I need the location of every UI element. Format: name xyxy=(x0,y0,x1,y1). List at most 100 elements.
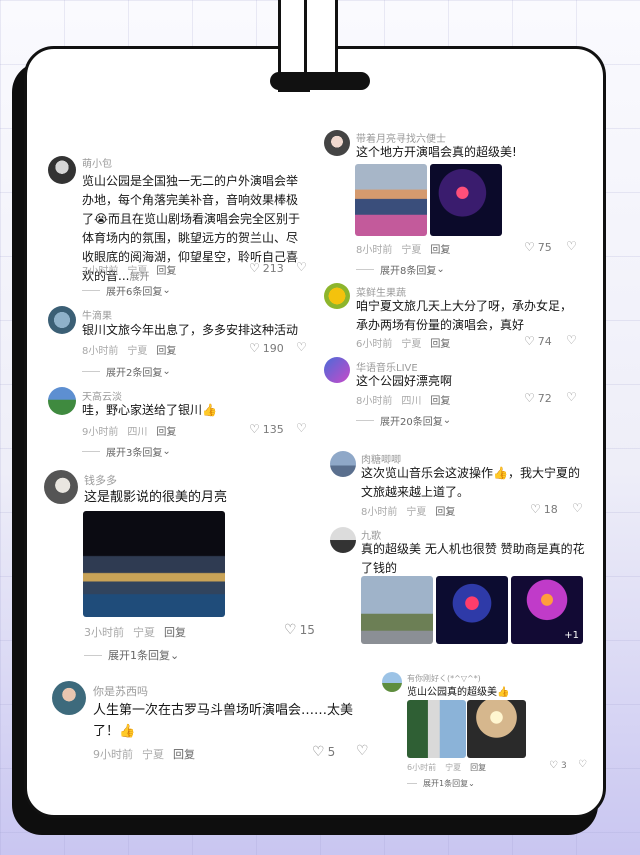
avatar[interactable] xyxy=(52,681,86,715)
comment-meta: 3小时前 宁夏 回复 xyxy=(84,624,186,640)
expand-replies-button[interactable]: 展开1条回复 ⌄ xyxy=(407,778,475,789)
comment-photo[interactable] xyxy=(355,164,427,236)
like-button[interactable]: ♡ 75 xyxy=(524,240,552,254)
comment-time: 9小时前 xyxy=(93,748,133,761)
expand-replies-button[interactable]: 展开20条回复 ⌄ xyxy=(356,413,451,428)
reply-button[interactable]: 回复 xyxy=(470,762,486,773)
broken-heart-icon[interactable]: ♡ xyxy=(296,260,307,274)
expand-replies-label: 展开2条回复 xyxy=(106,368,163,379)
reply-button[interactable]: 回复 xyxy=(164,624,186,640)
more-images-count: +1 xyxy=(564,630,579,641)
comment-username[interactable]: 钱多多 xyxy=(84,472,117,488)
like-count: 5 xyxy=(327,745,336,759)
broken-heart-icon[interactable]: ♡ xyxy=(566,239,577,253)
like-count: 72 xyxy=(537,391,552,405)
heart-icon: ♡ xyxy=(524,391,535,405)
comment-meta: 8小时前 宁夏 回复 xyxy=(82,342,176,357)
comment-photo[interactable] xyxy=(430,164,502,236)
avatar[interactable] xyxy=(48,306,76,334)
comment-location: 宁夏 xyxy=(127,266,148,277)
like-count: 74 xyxy=(537,334,552,348)
comment-text: 人生第一次在古罗马斗兽场听演唱会……太美了！👍 xyxy=(93,703,354,739)
like-button[interactable]: ♡ 18 xyxy=(530,502,558,516)
comment-meta: 7小时前 宁夏 回复 xyxy=(82,262,176,277)
reply-button[interactable]: 回复 xyxy=(156,342,176,357)
expand-replies-label: 展开1条回复 xyxy=(423,779,469,788)
avatar[interactable] xyxy=(330,451,356,477)
broken-heart-icon[interactable]: ♡ xyxy=(296,340,307,354)
heart-icon: ♡ xyxy=(312,744,325,760)
avatar[interactable] xyxy=(44,470,78,504)
expand-replies-button[interactable]: 展开1条回复 ⌄ xyxy=(84,647,179,663)
divider xyxy=(407,783,417,784)
reply-button[interactable]: 回复 xyxy=(430,241,450,256)
chevron-down-icon: ⌄ xyxy=(442,415,452,426)
comment-time: 8小时前 xyxy=(361,507,398,518)
comment-photo[interactable] xyxy=(361,576,433,644)
broken-heart-icon[interactable]: ♡ xyxy=(566,333,577,347)
comment-photo[interactable]: +1 xyxy=(511,576,583,644)
comment-meta: 6小时前 宁夏 回复 xyxy=(407,762,486,773)
broken-heart-icon[interactable]: ♡ xyxy=(296,421,307,435)
broken-heart-icon[interactable]: ♡ xyxy=(572,501,583,515)
broken-heart-icon[interactable]: ♡ xyxy=(578,759,587,770)
avatar[interactable] xyxy=(324,357,350,383)
comment-photo[interactable] xyxy=(83,511,225,617)
chevron-down-icon: ⌄ xyxy=(436,264,445,275)
like-button[interactable]: ♡ 74 xyxy=(524,334,552,348)
like-button[interactable]: ♡ 3 xyxy=(549,760,567,771)
avatar[interactable] xyxy=(48,387,76,415)
expand-replies-button[interactable]: 展开6条回复 ⌄ xyxy=(82,283,171,298)
heart-icon: ♡ xyxy=(524,240,535,254)
chevron-down-icon: ⌄ xyxy=(468,779,475,788)
comment-photo[interactable] xyxy=(407,700,466,758)
reply-button[interactable]: 回复 xyxy=(173,746,195,762)
reply-button[interactable]: 回复 xyxy=(435,503,455,518)
avatar[interactable] xyxy=(324,283,350,309)
expand-replies-button[interactable]: 展开3条回复 ⌄ xyxy=(82,444,171,459)
comment-time: 3小时前 xyxy=(84,626,124,639)
avatar[interactable] xyxy=(330,527,356,553)
expand-replies-label: 展开6条回复 xyxy=(106,287,163,298)
like-button[interactable]: ♡ 190 xyxy=(249,341,284,355)
reply-button[interactable]: 回复 xyxy=(430,335,450,350)
reply-button[interactable]: 回复 xyxy=(156,423,176,438)
like-count: 18 xyxy=(543,502,558,516)
comment-username[interactable]: 萌小包 xyxy=(82,155,112,170)
comment-meta: 8小时前 宁夏 回复 xyxy=(361,503,455,518)
expand-replies-label: 展开1条回复 xyxy=(108,649,170,662)
reply-button[interactable]: 回复 xyxy=(430,392,450,407)
comment-meta: 6小时前 宁夏 回复 xyxy=(356,335,450,350)
avatar[interactable] xyxy=(382,672,402,692)
chevron-down-icon: ⌄ xyxy=(162,285,171,296)
divider xyxy=(82,371,100,372)
avatar[interactable] xyxy=(48,156,76,184)
comment-username[interactable]: 你是苏西吗 xyxy=(93,683,148,699)
divider xyxy=(356,420,374,421)
comment-username[interactable]: 牛滴果 xyxy=(82,307,112,322)
comment-location: 宁夏 xyxy=(133,626,155,639)
like-button[interactable]: ♡ 15 xyxy=(284,622,315,638)
divider xyxy=(356,269,374,270)
like-count: 135 xyxy=(262,422,284,436)
avatar[interactable] xyxy=(324,130,350,156)
comment-time: 6小时前 xyxy=(407,763,437,772)
like-count: 190 xyxy=(262,341,284,355)
comment-location: 宁夏 xyxy=(142,748,164,761)
like-button[interactable]: ♡ 5 xyxy=(312,744,335,760)
expand-replies-button[interactable]: 展开8条回复 ⌄ xyxy=(356,262,445,277)
comment-location: 四川 xyxy=(127,427,148,438)
reply-button[interactable]: 回复 xyxy=(156,262,176,277)
like-button[interactable]: ♡ 213 xyxy=(249,261,284,275)
chevron-down-icon: ⌄ xyxy=(170,648,180,662)
expand-replies-label: 展开20条回复 xyxy=(380,417,443,428)
comment-photo[interactable] xyxy=(436,576,508,644)
comment-time: 7小时前 xyxy=(82,266,119,277)
like-button[interactable]: ♡ 135 xyxy=(249,422,284,436)
expand-replies-button[interactable]: 展开2条回复 ⌄ xyxy=(82,364,171,379)
broken-heart-icon[interactable]: ♡ xyxy=(356,743,369,759)
comment-photo[interactable] xyxy=(467,700,526,758)
chevron-down-icon: ⌄ xyxy=(162,366,171,377)
like-button[interactable]: ♡ 72 xyxy=(524,391,552,405)
broken-heart-icon[interactable]: ♡ xyxy=(566,390,577,404)
